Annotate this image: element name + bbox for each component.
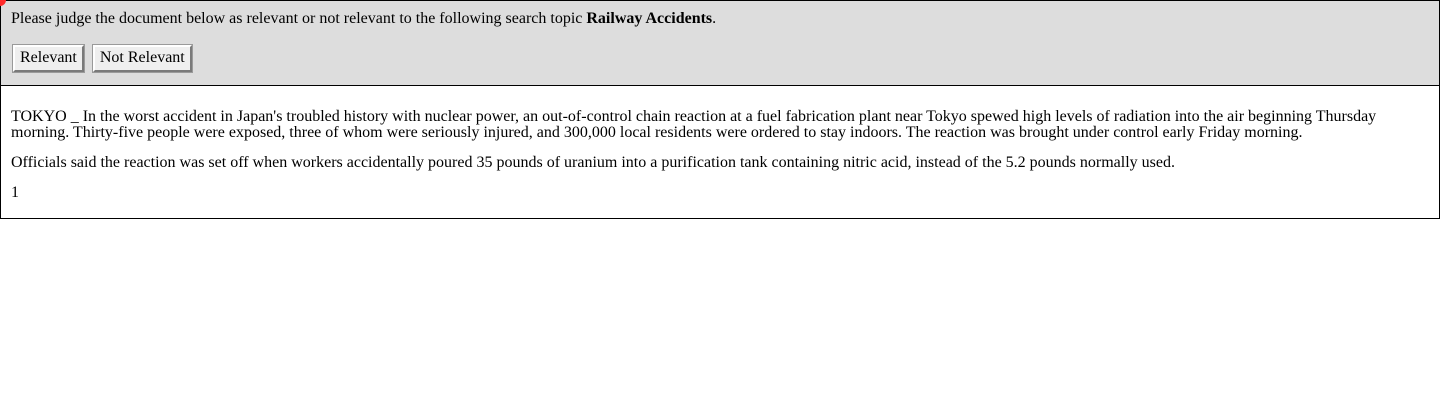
judgment-prompt: Please judge the document below as relev… xyxy=(11,9,1429,28)
relevant-button[interactable]: Relevant xyxy=(12,44,85,73)
not-relevant-button[interactable]: Not Relevant xyxy=(91,44,193,73)
page-number: 1 xyxy=(11,184,19,201)
document-paragraph: Officials said the reaction was set off … xyxy=(11,154,1175,171)
document-panel: TOKYO _ In the worst accident in Japan's… xyxy=(0,86,1440,219)
judgment-buttons: Relevant Not Relevant xyxy=(11,44,1429,73)
search-topic: Railway Accidents xyxy=(586,10,713,27)
page-frame: Please judge the document below as relev… xyxy=(0,0,1440,219)
prompt-suffix: . xyxy=(712,10,717,27)
prompt-prefix: Please judge the document below as relev… xyxy=(11,10,587,27)
document-paragraph: TOKYO _ In the worst accident in Japan's… xyxy=(11,108,1377,141)
judgment-panel: Please judge the document below as relev… xyxy=(0,0,1440,86)
